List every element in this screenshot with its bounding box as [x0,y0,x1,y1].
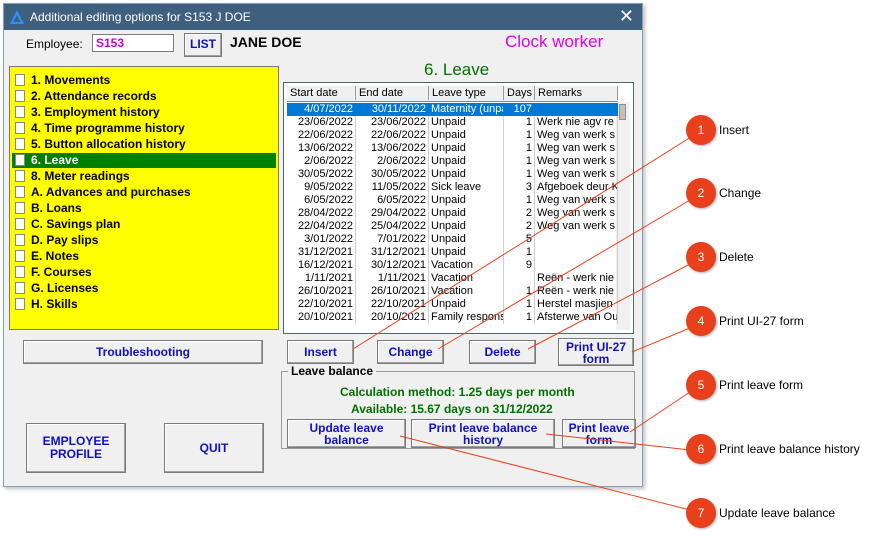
callout-text: Print UI-27 form [719,314,804,328]
callout-badge: 2 [686,178,716,208]
callout-line-6 [545,433,691,451]
callout-line-7 [399,435,691,511]
callout-lines [352,136,692,511]
callout-text: Print leave form [719,378,804,392]
callout-badge: 6 [686,434,716,464]
callout-line-2 [437,199,691,350]
callout-badge: 3 [686,242,716,272]
callout-line-4 [631,327,691,353]
callout-text: Delete [719,250,754,264]
callout-line-5 [629,391,691,433]
callout-badge: 1 [686,115,716,145]
callout-badge: 5 [686,370,716,400]
callout-text: Print leave balance history [719,442,860,456]
callout-text: Update leave balance [719,506,836,520]
callout-text: Insert [719,123,750,137]
callout-text: Change [719,186,762,200]
callout-line-3 [527,263,691,350]
callout-badge: 7 [686,498,716,528]
callout-badge: 4 [686,306,716,336]
callout-line-1 [352,136,692,350]
